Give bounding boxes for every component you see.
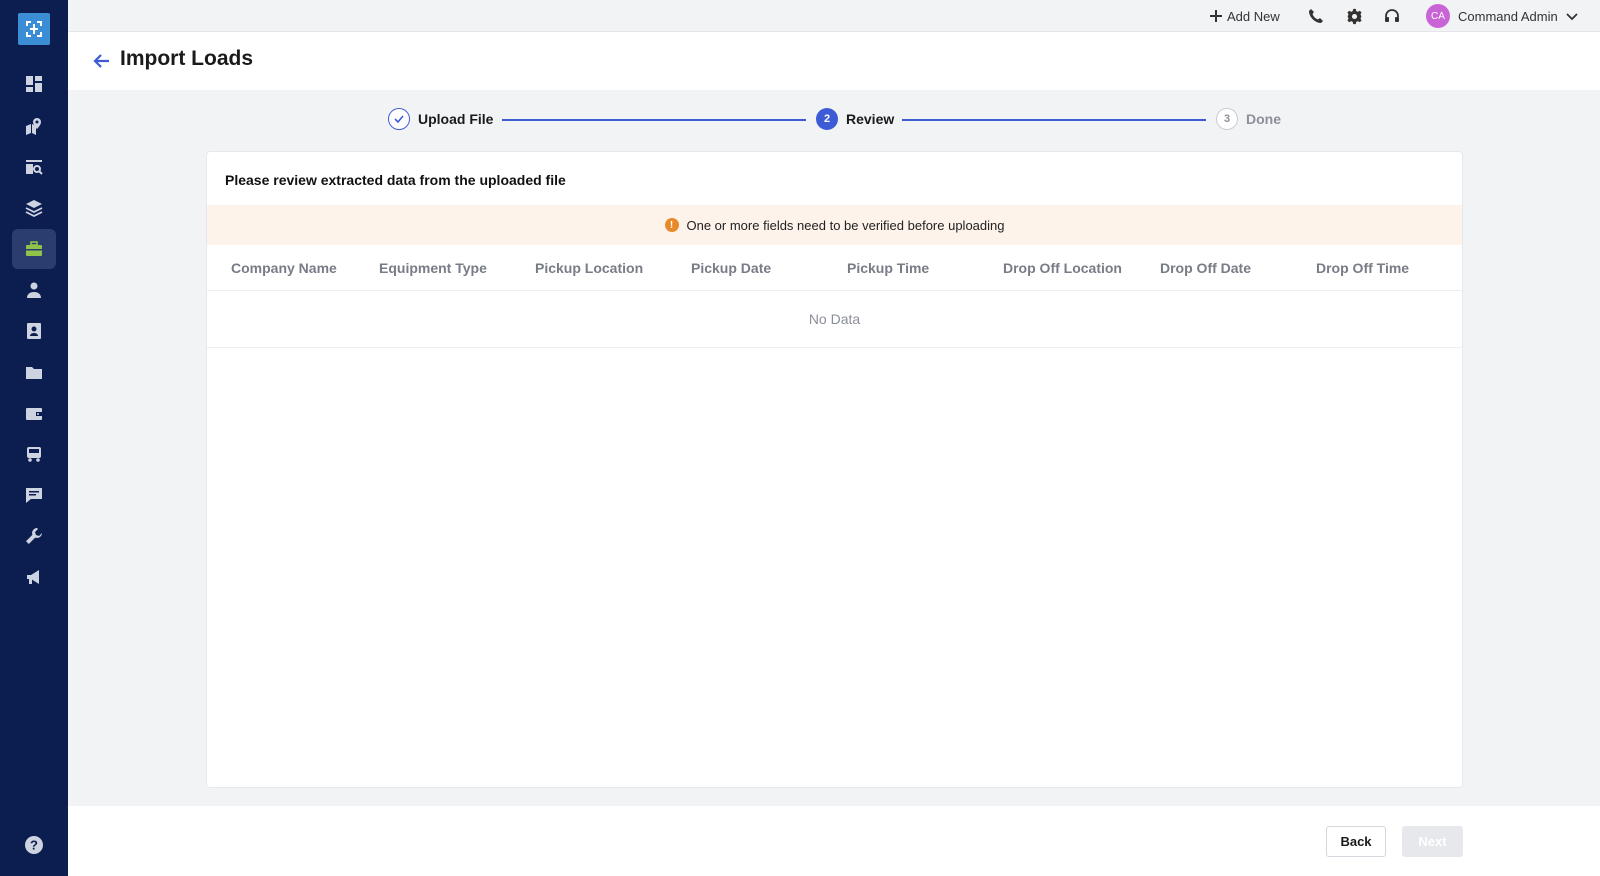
column-header[interactable]: Company Name xyxy=(231,260,337,276)
column-header[interactable]: Drop Off Location xyxy=(1003,260,1122,276)
nav-map[interactable] xyxy=(12,106,56,146)
help-icon: ? xyxy=(25,836,43,854)
nav-maintenance[interactable] xyxy=(12,516,56,556)
table-header: Company Name Equipment Type Pickup Locat… xyxy=(207,245,1462,291)
page-title: Import Loads xyxy=(120,47,254,70)
app-logo[interactable] xyxy=(18,13,50,45)
step-number: 2 xyxy=(816,108,838,130)
step-label: Upload File xyxy=(418,111,494,127)
headset-icon xyxy=(1385,9,1399,22)
driver-icon xyxy=(27,282,41,298)
svg-text:?: ? xyxy=(30,838,38,853)
nav-billing[interactable] xyxy=(12,393,56,433)
footer: Back Next xyxy=(68,806,1600,876)
column-header[interactable]: Equipment Type xyxy=(379,260,487,276)
map-location-icon xyxy=(26,118,41,135)
support-button[interactable] xyxy=(1382,6,1402,26)
logo-icon xyxy=(26,21,42,37)
warning-icon: ! xyxy=(664,218,679,232)
nav-loads[interactable] xyxy=(12,229,56,269)
column-header[interactable]: Drop Off Date xyxy=(1160,260,1251,276)
user-menu[interactable]: CA Command Admin xyxy=(1426,3,1578,29)
wallet-icon xyxy=(26,408,42,420)
layers-icon xyxy=(25,200,43,218)
plus-icon xyxy=(1210,10,1222,22)
add-new-label: Add New xyxy=(1227,8,1280,24)
nav-layers[interactable] xyxy=(12,188,56,228)
gear-icon xyxy=(1346,8,1362,24)
topbar: Add New CA Command Admin xyxy=(68,0,1600,32)
settings-button[interactable] xyxy=(1344,6,1364,26)
step-check-circle xyxy=(388,108,410,130)
step-connector xyxy=(502,119,806,121)
warning-banner: ! One or more fields need to be verified… xyxy=(207,205,1462,245)
nav-fleet[interactable] xyxy=(12,434,56,474)
page-header: Import Loads xyxy=(68,32,1600,90)
wrench-icon xyxy=(26,528,42,544)
briefcase-icon xyxy=(26,241,42,256)
nav-drivers[interactable] xyxy=(12,270,56,310)
back-arrow-icon[interactable] xyxy=(92,51,112,71)
phone-icon xyxy=(1309,9,1323,23)
step-number: 3 xyxy=(1216,108,1238,130)
nav-search-loads[interactable] xyxy=(12,147,56,187)
chevron-down-icon xyxy=(1566,13,1578,21)
search-loads-icon xyxy=(26,160,43,175)
nav-contacts[interactable] xyxy=(12,311,56,351)
nav-documents[interactable] xyxy=(12,352,56,392)
nav-dashboard[interactable] xyxy=(12,64,56,104)
add-new-button[interactable]: Add New xyxy=(1210,6,1280,26)
user-name: Command Admin xyxy=(1458,8,1558,24)
nav-announcements[interactable] xyxy=(12,557,56,597)
column-header[interactable]: Pickup Time xyxy=(847,260,929,276)
column-header[interactable]: Pickup Location xyxy=(535,260,643,276)
truck-icon xyxy=(27,447,41,462)
empty-state: No Data xyxy=(207,291,1462,348)
folder-icon xyxy=(26,367,42,379)
help-button[interactable]: ? xyxy=(12,825,56,865)
step-label: Done xyxy=(1246,111,1281,127)
warning-text: One or more fields need to be verified b… xyxy=(686,217,1005,233)
step-label: Review xyxy=(846,111,895,127)
nav-messages[interactable] xyxy=(12,475,56,515)
step-upload-file: Upload File xyxy=(388,108,493,130)
column-header[interactable]: Pickup Date xyxy=(691,260,771,276)
contacts-icon xyxy=(27,323,41,339)
check-icon xyxy=(394,115,404,124)
stepper: Upload File 2 Review 3 Done xyxy=(68,100,1600,142)
dashboard-icon xyxy=(26,76,42,92)
back-button[interactable]: Back xyxy=(1326,826,1386,857)
step-review: 2 Review xyxy=(816,108,894,130)
step-connector xyxy=(902,119,1206,121)
message-icon xyxy=(26,488,42,503)
next-button[interactable]: Next xyxy=(1402,826,1463,857)
card-title: Please review extracted data from the up… xyxy=(225,172,566,188)
review-card: Please review extracted data from the up… xyxy=(206,151,1463,788)
step-done: 3 Done xyxy=(1216,108,1281,130)
sidebar: ? xyxy=(0,0,68,876)
column-header[interactable]: Drop Off Time xyxy=(1316,260,1409,276)
megaphone-icon xyxy=(27,570,39,584)
phone-button[interactable] xyxy=(1306,6,1326,26)
avatar: CA xyxy=(1426,4,1450,28)
